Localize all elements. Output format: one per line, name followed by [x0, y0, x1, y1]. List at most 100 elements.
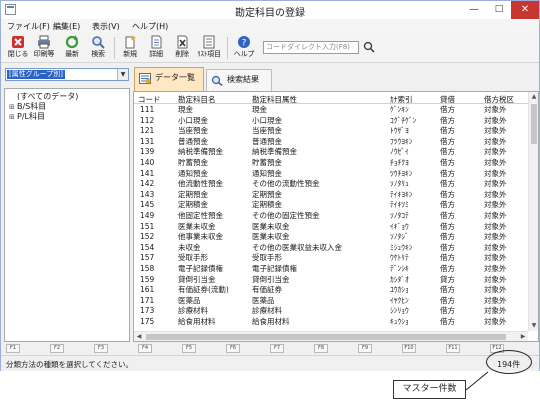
menu-edit[interactable]: 編集(E): [53, 21, 80, 32]
cell-kana-index: ｶｼﾀﾞｵ: [390, 274, 409, 284]
table-row[interactable]: 161 有価証券(流動) 有価証券 ﾕｳｶｼｮ 借方 対象外: [134, 285, 528, 294]
cell-account-name: 普通預金: [178, 136, 208, 146]
table-row[interactable]: 143 定期預金 定期預金 ﾃｲｷﾖｷﾝ 借方 対象外: [134, 190, 528, 199]
cell-debit-tax: 対象外: [484, 264, 507, 273]
table-row[interactable]: 159 貸倒引当金 貸倒引当金 ｶｼﾀﾞｵ 貸方 対象外: [134, 275, 528, 284]
column-header-attribute[interactable]: 勘定科目属性: [252, 94, 297, 105]
function-key-f5[interactable]: F5: [182, 344, 196, 353]
detail-document-icon: [151, 35, 162, 49]
function-key-f11[interactable]: F11: [446, 344, 460, 353]
group-select[interactable]: [属性グループ別] ▼: [5, 68, 129, 81]
status-bar: 分類方法の種類を選択してください。 194件 ⋰: [1, 355, 539, 371]
function-key-f10[interactable]: F10: [402, 344, 416, 353]
cell-kana-index: ﾄｳｻﾞﾖ: [390, 126, 409, 136]
table-row[interactable]: 112 小口現金 小口現金 ｺｸﾞﾁｹﾞﾝ 借方 対象外: [134, 116, 528, 125]
table-row[interactable]: 142 他流動性預金 その他の流動性預金 ｿﾉﾀﾘｭ 借方 対象外: [134, 179, 528, 188]
column-header-kana[interactable]: ｶﾅ索引: [390, 94, 413, 105]
table-row[interactable]: 111 現金 現金 ｹﾞﾝｷﾝ 借方 対象外: [134, 105, 528, 114]
cell-account-attribute: 給食用材料: [252, 317, 290, 326]
table-row[interactable]: 139 納税準備預金 納税準備預金 ﾉｳｾﾞｲ 借方 対象外: [134, 147, 528, 156]
horizontal-scroll-thumb[interactable]: [146, 334, 506, 340]
tree-item-pl[interactable]: ⊞ P/L科目: [9, 111, 45, 122]
svg-text:?: ?: [242, 39, 247, 49]
column-header-name[interactable]: 勘定科目名: [178, 94, 216, 105]
detail-button[interactable]: 詳細: [143, 34, 169, 62]
search-icon[interactable]: [363, 41, 375, 53]
table-row[interactable]: 121 当座預金 当座預金 ﾄｳｻﾞﾖ 借方 対象外: [134, 126, 528, 135]
cell-code: 149: [140, 211, 155, 220]
table-row[interactable]: 158 電子記録債権 電子記録債権 ﾃﾞﾝｼｷ 借方 対象外: [134, 264, 528, 273]
table-row[interactable]: 175 給食用材料 給食用材料 ｷｭｳｼｮ 借方 対象外: [134, 317, 528, 326]
new-button[interactable]: 新規: [117, 34, 143, 62]
cell-account-attribute: その他の医業収益未収入金: [252, 242, 342, 252]
function-key-f6[interactable]: F6: [226, 344, 240, 353]
function-key-f4[interactable]: F4: [138, 344, 152, 353]
callout-circle: [486, 350, 532, 374]
cell-debit-tax: 対象外: [484, 200, 507, 210]
table-row[interactable]: 157 受取手形 受取手形 ｳｹﾄﾘﾃ 借方 対象外: [134, 253, 528, 262]
cell-account-name: 貯蓄預金: [178, 158, 208, 167]
cell-debit-tax: 対象外: [484, 179, 507, 189]
function-key-f9[interactable]: F9: [358, 344, 372, 353]
expand-plus-icon[interactable]: ⊞: [9, 103, 17, 111]
maximize-button[interactable]: □: [487, 1, 511, 19]
delete-button[interactable]: 削除: [169, 34, 195, 62]
menu-view[interactable]: 表示(V): [92, 21, 120, 32]
menu-file[interactable]: ファイル(F): [7, 21, 50, 32]
cell-account-attribute: 定期預金: [252, 189, 282, 199]
table-row[interactable]: 140 貯蓄預金 貯蓄預金 ﾁｮﾁｸﾖ 借方 対象外: [134, 158, 528, 167]
menu-help[interactable]: ヘルプ(H): [132, 21, 168, 32]
code-direct-input[interactable]: コードダイレクト入力(F8): [263, 41, 359, 54]
vertical-scrollbar[interactable]: ▲ ▼: [528, 92, 538, 331]
delete-button-label: 削除: [175, 50, 189, 58]
function-key-f3[interactable]: F3: [94, 344, 108, 353]
vertical-scroll-thumb[interactable]: [531, 104, 537, 144]
table-row[interactable]: 154 未収金 その他の医業収益未収入金 ﾐｼｭｳｷﾝ 借方 対象外: [134, 243, 528, 252]
cell-kana-index: ﾁｮﾁｸﾖ: [390, 158, 409, 167]
function-key-f8[interactable]: F8: [314, 344, 328, 353]
function-key-f2[interactable]: F2: [50, 344, 64, 353]
table-row[interactable]: 151 医業未収金 医業未収金 ｲｷﾞｮｳ 借方 対象外: [134, 222, 528, 231]
account-grid: コード 勘定科目名 勘定科目属性 ｶﾅ索引 貸借 借方税区 111 現金 現金 ｹﾞﾝ…: [133, 91, 539, 342]
column-header-debit-credit[interactable]: 貸借: [440, 94, 455, 105]
table-row[interactable]: 173 診療材料 診療材料 ｼﾝﾘｮｳ 借方 対象外: [134, 306, 528, 315]
table-row[interactable]: 145 定期積金 定期積金 ﾃｲｷﾂﾐ 借方 対象外: [134, 200, 528, 209]
cell-code: 159: [140, 274, 155, 284]
scroll-down-icon[interactable]: ▼: [529, 321, 538, 331]
close-window-button[interactable]: ✕: [511, 1, 539, 19]
cell-debit-credit: 借方: [440, 232, 455, 242]
table-row[interactable]: 141 通知預金 通知預金 ﾂｳﾁﾖｷﾝ 借方 対象外: [134, 169, 528, 178]
search-results-icon: [211, 75, 223, 86]
column-header-code[interactable]: コード: [138, 94, 161, 105]
list-items-button[interactable]: ﾘｽﾄ項目: [196, 34, 222, 62]
function-key-f7[interactable]: F7: [270, 344, 284, 353]
cell-account-name: 医業未収金: [178, 221, 216, 231]
minimize-button[interactable]: —: [462, 1, 486, 19]
toolbar-separator: [114, 37, 115, 59]
table-row[interactable]: 152 他事業未収金 医業未収金 ｿﾉﾀｼﾞ 借方 対象外: [134, 232, 528, 241]
help-button[interactable]: ? ヘルプ: [231, 34, 257, 62]
tab-search-results[interactable]: 検索結果: [206, 69, 272, 91]
data-list-icon: [139, 73, 151, 84]
print-button[interactable]: 印刷等: [31, 34, 57, 62]
table-row[interactable]: 171 医薬品 医薬品 ｲﾔｸﾋﾝ 借方 対象外: [134, 296, 528, 305]
scroll-right-icon[interactable]: ▶: [518, 332, 528, 341]
cell-debit-credit: 借方: [440, 264, 455, 273]
cell-debit-credit: 借方: [440, 189, 455, 199]
scroll-up-icon[interactable]: ▲: [529, 92, 538, 102]
column-header-debit-tax[interactable]: 借方税区: [484, 94, 514, 105]
expand-plus-icon[interactable]: ⊞: [9, 113, 17, 121]
tab-data-list[interactable]: データ一覧: [134, 67, 204, 91]
table-row[interactable]: 149 他固定性預金 その他の固定性預金 ｿﾉﾀｺﾃ 借方 対象外: [134, 211, 528, 220]
scroll-left-icon[interactable]: ◀: [134, 332, 144, 341]
function-key-f1[interactable]: F1: [6, 344, 20, 353]
chevron-down-icon[interactable]: ▼: [117, 69, 128, 80]
close-button[interactable]: 閉じる: [5, 34, 31, 62]
search-button[interactable]: 検索: [85, 34, 111, 62]
cell-kana-index: ﾂｳﾁﾖｷﾝ: [390, 168, 413, 178]
cell-account-attribute: 貸倒引当金: [252, 274, 290, 284]
table-row[interactable]: 131 普通預金 普通預金 ﾌﾂｳﾖｷﾝ 借方 対象外: [134, 137, 528, 146]
horizontal-scrollbar[interactable]: ◀ ▶: [134, 331, 528, 341]
refresh-button[interactable]: 最新: [59, 34, 85, 62]
cell-kana-index: ｳｹﾄﾘﾃ: [390, 253, 409, 263]
